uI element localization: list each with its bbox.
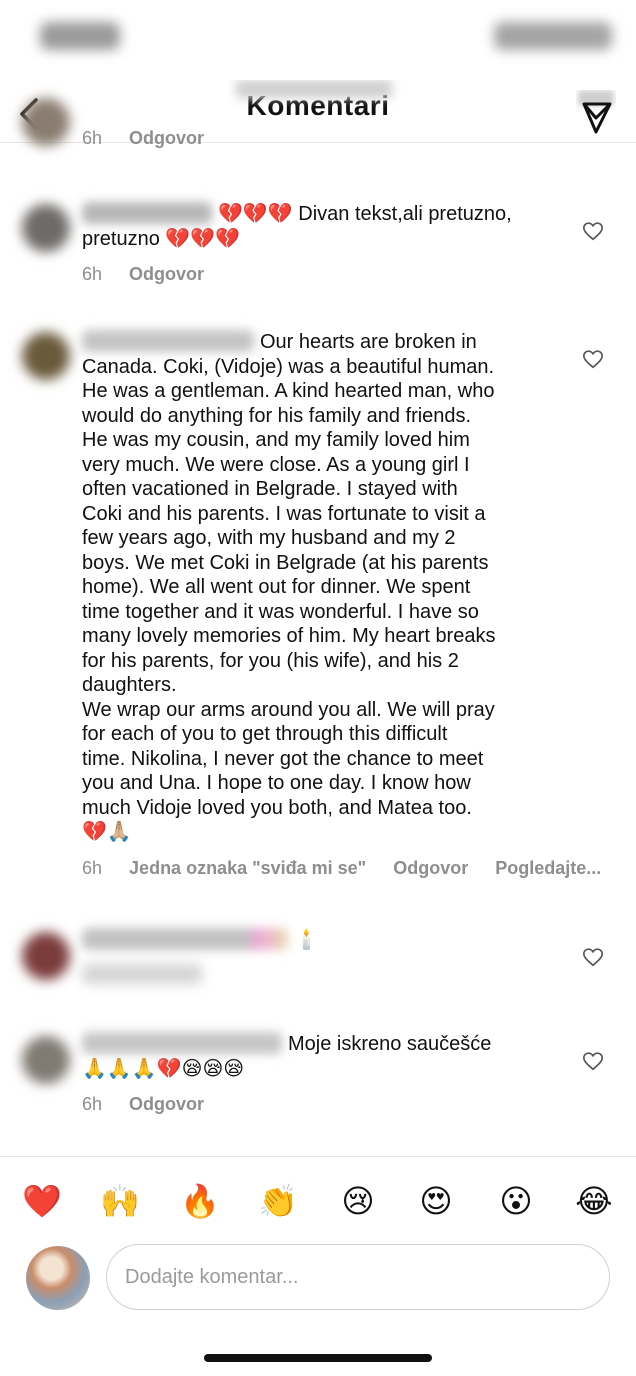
likes-count[interactable]: Jedna oznaka "sviđa mi se" [129, 858, 366, 879]
comment-line: very much. We were close. As a young gir… [82, 453, 470, 476]
status-time-blurred [40, 22, 120, 50]
comment-line: 🙏🙏🙏💔😪😪😪 [82, 1057, 245, 1080]
comment-item: 🕯️ [0, 926, 636, 1006]
comment-line: He was my cousin, and my family loved hi… [82, 429, 470, 451]
comment-line: time. Nikolina, I never got the chance t… [82, 747, 484, 770]
emoji-reaction-bar: ❤️ 🙌 🔥 👏 😢 😍 😮 😂 [0, 1156, 636, 1243]
avatar[interactable] [22, 932, 70, 980]
comment-meta-blurred [82, 964, 202, 984]
avatar[interactable] [22, 1036, 70, 1084]
comment-line: We wrap our arms around you all. We will… [82, 698, 495, 721]
emoji-fire[interactable]: 🔥 [180, 1181, 220, 1221]
username-blurred[interactable] [82, 928, 288, 950]
emoji-raised-hands[interactable]: 🙌 [100, 1181, 140, 1221]
comment-time: 6h [82, 128, 103, 148]
status-icons-blurred [494, 22, 612, 50]
comment-line: Canada. Coki, (Vidoje) was a beautiful h… [82, 355, 495, 378]
emoji-clap[interactable]: 👏 [258, 1181, 298, 1221]
comment-line: for each of you to get through this diff… [82, 723, 448, 745]
comment-text: Moje iskreno saučešće 🙏🙏🙏💔😪😪😪 [82, 1032, 552, 1081]
username-blurred[interactable] [82, 330, 254, 352]
reply-link[interactable]: Odgovor [129, 128, 204, 149]
comment-line: for his parents, for you (his wife), and… [82, 649, 459, 672]
comment-time: 6h [82, 1094, 103, 1114]
avatar[interactable] [22, 332, 70, 380]
title-blur [236, 80, 392, 98]
avatar[interactable] [22, 204, 70, 252]
comment-line: Our hearts are broken in [82, 330, 582, 355]
comment-line: He was a gentleman. A kind hearted man, … [82, 380, 495, 402]
comment-line: pretuzno 💔💔💔 [82, 227, 241, 250]
comment-line: daughters. [82, 674, 177, 696]
user-avatar [26, 1246, 90, 1310]
reply-link[interactable]: Odgovor [393, 858, 468, 879]
comment-meta: 6h Odgovor [82, 1094, 226, 1115]
comment-item: Moje iskreno saučešće 🙏🙏🙏💔😪😪😪 6h Odgovor [0, 1030, 636, 1130]
heart-outline-icon[interactable] [582, 1050, 604, 1072]
emoji-heart[interactable]: ❤️ [22, 1181, 62, 1221]
reply-link[interactable]: Odgovor [129, 264, 204, 285]
heart-outline-icon[interactable] [582, 348, 604, 370]
comment-input[interactable] [106, 1244, 610, 1310]
username-blurred[interactable] [82, 1032, 282, 1054]
comment-item: 💔💔💔 Divan tekst,ali pretuzno, pretuzno 💔… [0, 200, 636, 290]
emoji-tears-of-joy[interactable]: 😂 [574, 1181, 614, 1221]
reply-link[interactable]: Odgovor [129, 1094, 204, 1115]
comment-line: 💔🙏🏼 [82, 821, 132, 843]
comment-line: home). We all went out for dinner. We sp… [82, 576, 471, 598]
comment-text: 💔💔💔 Divan tekst,ali pretuzno, pretuzno 💔… [82, 202, 552, 251]
comment-line: 🕯️ [82, 928, 552, 953]
heart-outline-icon[interactable] [582, 946, 604, 968]
comment-line: boys. We met Coki in Belgrade (at his pa… [82, 551, 489, 574]
comment-line: Coki and his parents. I was fortunate to… [82, 502, 486, 525]
comment-line: time together and it was wonderful. I ha… [82, 600, 479, 623]
emoji-surprised[interactable]: 😮 [496, 1181, 536, 1221]
emoji-crying[interactable]: 😢 [338, 1181, 378, 1221]
comment-meta: 6h Odgovor [82, 128, 226, 149]
comment-line: many lovely memories of him. My heart br… [82, 625, 496, 647]
heart-outline-icon[interactable] [582, 220, 604, 242]
comment-line: 💔💔💔 Divan tekst,ali pretuzno, [82, 202, 552, 227]
comment-text: Our hearts are broken in Canada. Coki, (… [82, 330, 582, 845]
comment-item: Our hearts are broken in Canada. Coki, (… [0, 328, 636, 888]
comment-line: you and Una. I hope to one day. I know h… [82, 772, 471, 794]
comment-time: 6h [82, 858, 103, 878]
comment-meta: 6h Odgovor [82, 264, 226, 285]
comment-line: Moje iskreno saučešće [82, 1032, 552, 1057]
comment-line: few years ago, with my husband and my 2 [82, 527, 456, 549]
home-indicator[interactable] [204, 1354, 432, 1362]
comment-meta: 6h Jedna oznaka "sviđa mi se" Odgovor Po… [82, 858, 623, 879]
username-blurred[interactable] [82, 202, 212, 224]
status-bar [0, 0, 636, 80]
comment-composer [0, 1242, 636, 1332]
comment-line: would do anything for his family and fri… [82, 404, 472, 427]
view-translation-link[interactable]: Pogledajte... [495, 858, 601, 879]
comment-line: much Vidoje loved you both, and Matea to… [82, 796, 472, 819]
emoji-heart-eyes[interactable]: 😍 [416, 1181, 456, 1221]
comment-time: 6h [82, 264, 103, 284]
avatar [22, 98, 70, 146]
comment-item: 6h Odgovor [0, 98, 636, 158]
comment-text: 🕯️ [82, 928, 552, 953]
comment-line: often vacationed in Belgrade. I stayed w… [82, 478, 458, 500]
